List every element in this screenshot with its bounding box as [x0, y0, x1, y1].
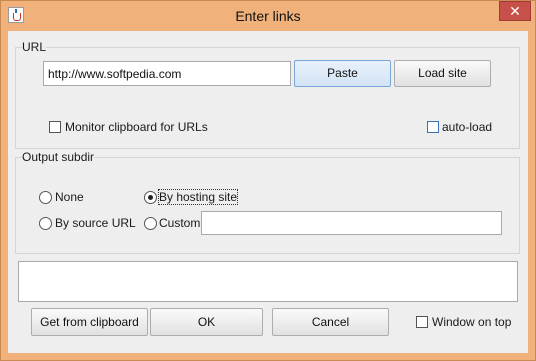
window-on-top-label: Window on top [432, 315, 512, 329]
radio-none-label: None [55, 190, 84, 204]
radio-custom-label: Custom [159, 216, 201, 230]
get-from-clipboard-button[interactable]: Get from clipboard [31, 308, 148, 336]
window-on-top-checkbox[interactable] [416, 316, 428, 328]
radio-by-hosting-site-label: By hosting site [157, 189, 239, 205]
radio-none[interactable] [39, 191, 52, 204]
output-subdir-label: Output subdir [22, 150, 95, 164]
radio-by-source-url[interactable] [39, 217, 52, 230]
custom-subdir-input[interactable] [201, 211, 502, 235]
load-site-button[interactable]: Load site [394, 60, 491, 87]
auto-load-label: auto-load [442, 120, 493, 134]
close-button[interactable]: ✕ [499, 1, 531, 21]
paste-button[interactable]: Paste [294, 60, 391, 87]
cancel-button[interactable]: Cancel [272, 308, 389, 336]
radio-by-hosting-site[interactable] [144, 191, 157, 204]
monitor-clipboard-checkbox[interactable] [49, 121, 61, 133]
dialog-content: URL Paste Load site Monitor clipboard fo… [8, 31, 528, 353]
url-input[interactable] [43, 61, 291, 86]
ok-button[interactable]: OK [150, 308, 263, 336]
radio-custom[interactable] [144, 217, 157, 230]
url-group-label: URL [22, 40, 47, 54]
monitor-clipboard-label: Monitor clipboard for URLs [65, 120, 208, 134]
title-bar[interactable]: Enter links ✕ [1, 1, 535, 31]
window-title: Enter links [235, 8, 301, 24]
radio-by-source-url-label: By source URL [55, 216, 136, 230]
enter-links-window: Enter links ✕ URL Paste Load site Monito… [0, 0, 536, 361]
links-textarea[interactable] [18, 261, 518, 302]
auto-load-checkbox[interactable] [427, 121, 439, 133]
output-subdir-group: Output subdir [15, 150, 520, 254]
